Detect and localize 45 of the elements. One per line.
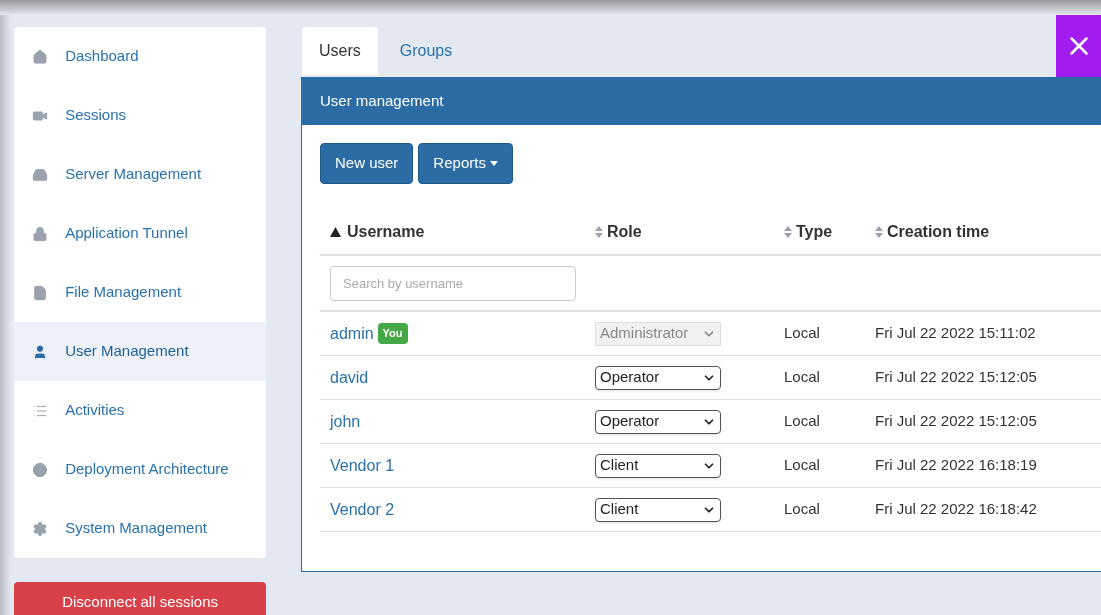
sidebar-item[interactable]: User Management	[14, 322, 266, 381]
role-select[interactable]: Client	[595, 497, 721, 522]
column-header[interactable]: Creation time	[875, 220, 1101, 244]
username-link[interactable]: Vendor 1	[330, 453, 395, 478]
sidebar-item[interactable]: File Management	[14, 263, 266, 322]
sidebar-item[interactable]: Activities	[14, 381, 266, 440]
close-button[interactable]	[1056, 15, 1101, 77]
sidebar-item[interactable]: Sessions	[14, 86, 266, 145]
search-field[interactable]: Search by username	[330, 265, 576, 301]
role-select[interactable]: Operator	[595, 409, 721, 434]
type-cell-text: Local	[784, 323, 821, 344]
creation-time-cell-text: Fri Jul 22 2022 15:12:05	[875, 367, 1038, 388]
settings-icon	[32, 520, 49, 537]
creation-time-cell-text: Fri Jul 22 2022 15:11:02	[875, 323, 1037, 344]
disconnect-button[interactable]: Disconnect all sessions	[14, 582, 266, 615]
creation-time-cell-text: Fri Jul 22 2022 15:12:05	[875, 411, 1038, 432]
username-link[interactable]: david	[330, 365, 369, 390]
role-select[interactable]: Client	[595, 453, 721, 478]
type-cell-text: Local	[784, 455, 821, 476]
tab[interactable]: Groups	[382, 27, 470, 75]
type-cell-text: Local	[784, 367, 821, 388]
file-icon	[32, 284, 49, 301]
username-link[interactable]: john	[330, 409, 361, 434]
sidebar-item[interactable]: Dashboard	[14, 27, 266, 86]
creation-time-cell-text: Fri Jul 22 2022 16:18:19	[875, 455, 1038, 476]
tab[interactable]: Users	[302, 27, 378, 75]
sidebar-item[interactable]: Server Management	[14, 145, 266, 204]
you-badge: You	[377, 323, 408, 344]
creation-time-cell-text: Fri Jul 22 2022 16:18:42	[875, 499, 1038, 520]
column-header[interactable]: Type	[784, 220, 875, 244]
username-link[interactable]: Vendor 2	[330, 497, 395, 522]
lock-icon	[32, 225, 49, 242]
sidebar-item[interactable]: System Management	[14, 499, 266, 558]
column-header[interactable]: Username	[330, 220, 595, 244]
dropdown-button[interactable]: Reports	[418, 143, 513, 184]
home-icon	[32, 48, 49, 65]
column-header[interactable]: Role	[595, 220, 784, 244]
new-user-button[interactable]: New user	[320, 143, 414, 184]
type-cell-text: Local	[784, 411, 821, 432]
panel-title: User management	[320, 90, 444, 111]
sidebar-item[interactable]: Deployment Architecture	[14, 440, 266, 499]
username-link[interactable]: admin	[330, 321, 374, 346]
type-cell-text: Local	[784, 499, 821, 520]
role-select[interactable]: Operator	[595, 365, 721, 390]
sidebar-item[interactable]: Application Tunnel	[14, 204, 266, 263]
